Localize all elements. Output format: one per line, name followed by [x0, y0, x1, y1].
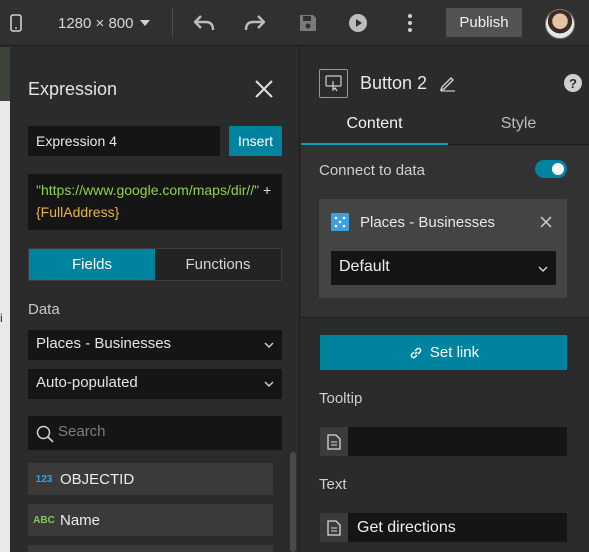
canvas-background: i	[0, 47, 10, 552]
chevron-down-icon	[264, 381, 274, 388]
data-section-label: Data	[28, 301, 60, 318]
resolution-dropdown[interactable]: 1280 × 800	[58, 12, 150, 34]
data-view-dropdown[interactable]: Default	[331, 251, 556, 285]
dynamic-content-icon[interactable]	[320, 513, 349, 542]
text-label: Text	[319, 476, 347, 493]
toggle-knob	[552, 163, 564, 175]
data-source-select-value: Places - Businesses	[36, 335, 172, 352]
device-preview-icon[interactable]	[6, 12, 26, 34]
data-view-value: Default	[339, 258, 390, 275]
insert-button[interactable]: Insert	[229, 126, 282, 156]
more-options-icon[interactable]	[398, 11, 422, 35]
expression-tabs: Fields Functions	[28, 248, 282, 281]
connect-to-data-toggle[interactable]	[535, 160, 567, 178]
data-source-name: Places - Businesses	[360, 214, 496, 231]
field-list-item[interactable]	[28, 545, 273, 552]
dynamic-content-icon[interactable]	[320, 427, 349, 456]
redo-icon[interactable]	[243, 11, 267, 35]
canvas-text-fragment: i	[0, 311, 3, 325]
data-source-card: Places - Businesses Default	[319, 199, 567, 298]
tooltip-input[interactable]	[320, 427, 567, 456]
settings-header: Button 2 ? Content Style	[301, 47, 589, 145]
field-search-input[interactable]: Search	[28, 416, 282, 450]
layer-dots-icon	[331, 213, 349, 231]
resolution-label: 1280 × 800	[58, 14, 134, 32]
search-icon	[36, 425, 54, 443]
app-root: { "topbar": { "resolution": "1280 × 800"…	[0, 0, 589, 552]
set-link-button[interactable]: Set link	[320, 335, 567, 370]
data-view-select-value: Auto-populated	[36, 374, 138, 391]
preview-play-icon[interactable]	[346, 11, 370, 35]
tab-functions[interactable]: Functions	[155, 249, 281, 280]
publish-button[interactable]: Publish	[446, 8, 522, 37]
code-string-literal: "https://www.google.com/maps/dir//"	[36, 182, 260, 198]
expression-name-input[interactable]: Expression 4	[28, 126, 220, 156]
field-list-item[interactable]: ABC Name	[28, 504, 273, 536]
field-list-item[interactable]: 123 OBJECTID	[28, 463, 273, 495]
avatar[interactable]	[545, 9, 575, 39]
tab-fields[interactable]: Fields	[29, 249, 155, 280]
data-view-select[interactable]: Auto-populated	[28, 369, 282, 399]
number-type-icon: 123	[35, 473, 53, 485]
string-type-icon: ABC	[33, 514, 55, 526]
data-connection-section: Connect to data Places - Businesses Defa…	[301, 146, 589, 318]
connect-to-data-label: Connect to data	[319, 162, 425, 179]
code-operator: +	[259, 182, 272, 198]
top-toolbar: 1280 × 800 Publish	[0, 0, 589, 46]
button-text-input[interactable]: Get directions	[320, 513, 567, 542]
tab-style[interactable]: Style	[448, 115, 589, 145]
chevron-down-icon	[538, 266, 548, 273]
close-icon[interactable]	[253, 78, 275, 100]
caret-down-icon	[139, 20, 150, 26]
panel-title: Expression	[28, 79, 118, 99]
expression-panel: Expression Expression 4 Insert "https://…	[10, 47, 300, 552]
button-widget-icon	[319, 69, 348, 98]
tooltip-label: Tooltip	[319, 390, 363, 407]
button-text-value: Get directions	[357, 518, 456, 536]
undo-icon[interactable]	[192, 11, 216, 35]
remove-data-source-icon[interactable]	[539, 215, 553, 229]
set-link-label: Set link	[429, 344, 480, 361]
chevron-down-icon	[264, 342, 274, 349]
field-list-scrollbar[interactable]	[290, 452, 296, 552]
field-name: OBJECTID	[60, 470, 135, 488]
save-icon[interactable]	[296, 11, 320, 35]
search-placeholder: Search	[58, 423, 106, 440]
widget-title: Button 2	[360, 73, 428, 93]
expression-editor[interactable]: "https://www.google.com/maps/dir//" + {F…	[28, 174, 282, 230]
canvas-header-strip	[0, 47, 10, 101]
settings-panel: Button 2 ? Content Style Connect to data…	[301, 47, 589, 552]
edit-pencil-icon[interactable]	[439, 74, 459, 94]
help-icon[interactable]: ?	[564, 74, 582, 92]
data-source-select[interactable]: Places - Businesses	[28, 330, 282, 360]
tab-content[interactable]: Content	[301, 115, 448, 145]
field-name: Name	[60, 511, 101, 529]
link-icon	[410, 347, 422, 358]
toolbar-divider	[172, 8, 173, 38]
code-field-reference: {FullAddress}	[36, 204, 120, 220]
